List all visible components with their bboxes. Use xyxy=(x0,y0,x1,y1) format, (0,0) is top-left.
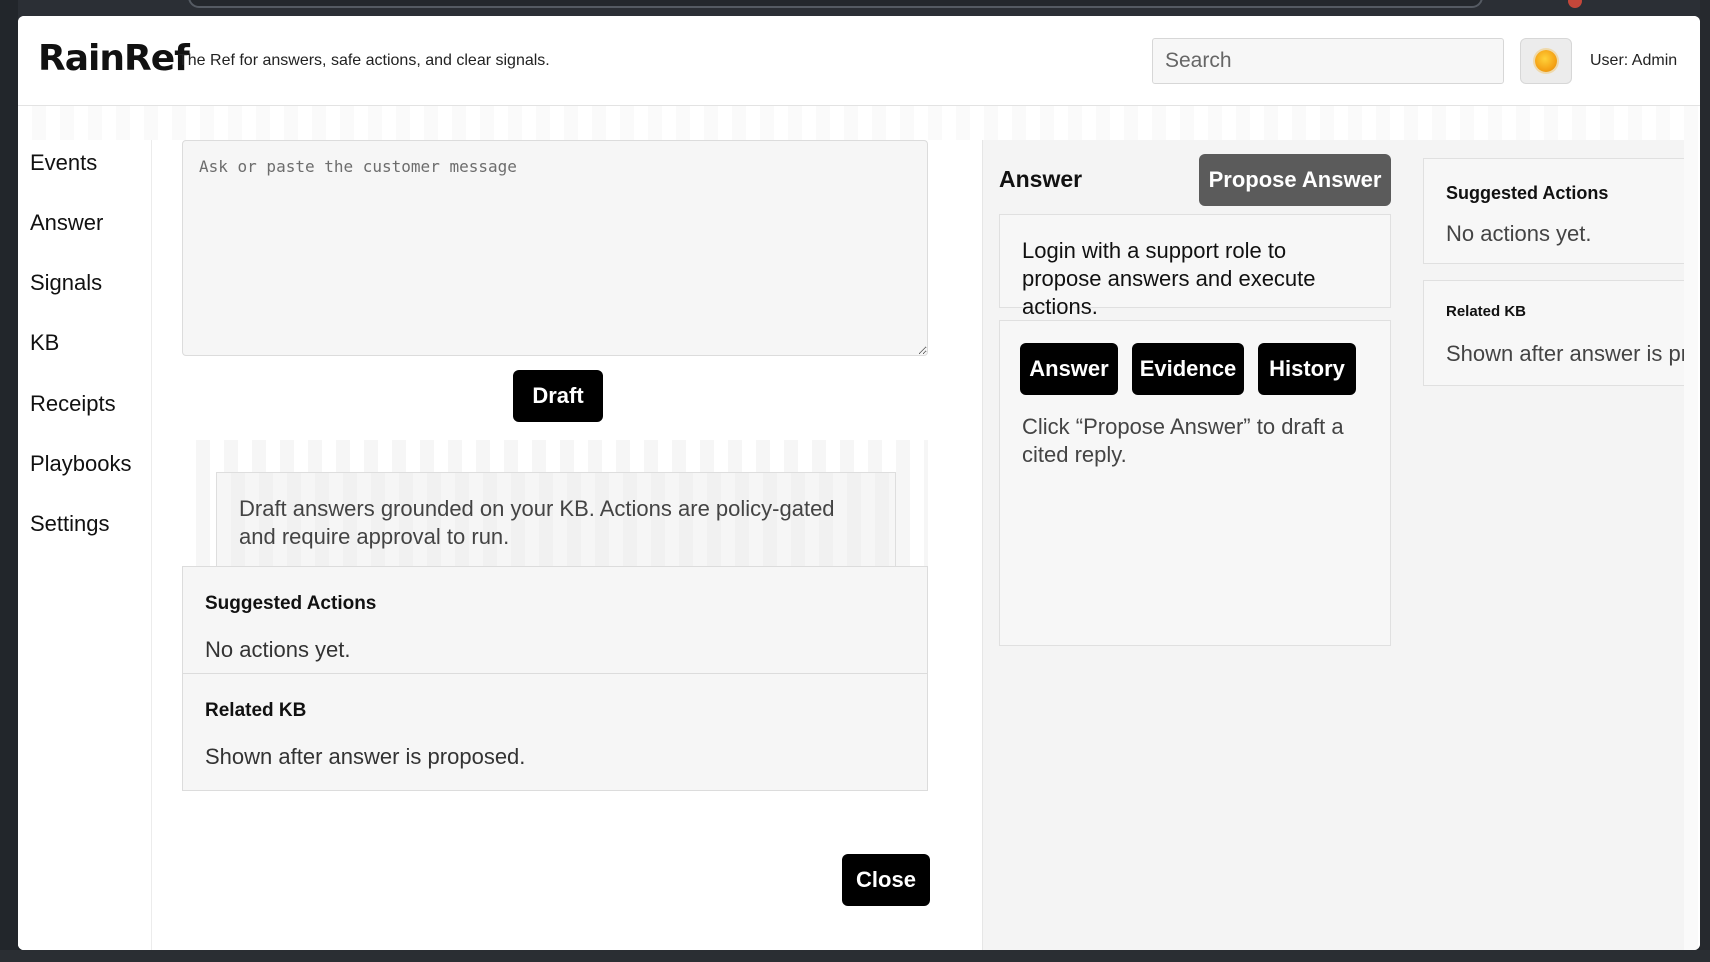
browser-address-bar xyxy=(188,0,1483,8)
sidebar: Events Answer Signals KB Receipts Playbo… xyxy=(18,140,152,950)
close-button[interactable]: Close xyxy=(842,854,930,906)
answer-tabs-box: Answer Evidence History Click “Propose A… xyxy=(999,320,1391,646)
desktop-background-bottom xyxy=(0,950,1710,962)
search-input[interactable] xyxy=(1152,38,1504,84)
customer-message-input[interactable] xyxy=(182,140,928,356)
related-kb-body: Shown after answer is proposed. xyxy=(205,744,526,769)
app-tagline: The Ref for answers, safe actions, and c… xyxy=(178,52,550,69)
tab-answer[interactable]: Answer xyxy=(1020,343,1118,395)
app-header: RainRef The Ref for answers, safe action… xyxy=(18,16,1700,106)
theme-toggle-button[interactable] xyxy=(1520,38,1572,84)
sidebar-item-receipts[interactable]: Receipts xyxy=(30,391,116,417)
sidebar-item-signals[interactable]: Signals xyxy=(30,270,102,296)
related-kb-title: Related KB xyxy=(205,700,307,721)
tab-history[interactable]: History xyxy=(1258,343,1356,395)
desktop-background-left xyxy=(0,0,18,962)
desktop-background-right xyxy=(1700,0,1710,962)
user-label: User: Admin xyxy=(1590,52,1678,69)
suggested-actions-title: Suggested Actions xyxy=(205,593,377,614)
app-logo[interactable]: RainRef xyxy=(38,38,190,79)
side-related-kb-card: Related KB Shown after answer is propose… xyxy=(1423,280,1684,386)
info-note: Draft answers grounded on your KB. Actio… xyxy=(216,472,896,572)
propose-answer-button[interactable]: Propose Answer xyxy=(1199,154,1391,206)
side-related-kb-title: Related KB xyxy=(1446,303,1527,320)
sidebar-item-playbooks[interactable]: Playbooks xyxy=(30,451,132,477)
sun-icon xyxy=(1535,50,1557,72)
suggested-actions-card: Suggested Actions No actions yet. xyxy=(182,566,928,684)
login-notice: Login with a support role to propose ans… xyxy=(999,214,1391,319)
answer-heading: Answer xyxy=(999,166,1083,192)
suggested-actions-body: No actions yet. xyxy=(205,637,351,662)
compose-column: Draft Draft answers grounded on your KB.… xyxy=(152,140,982,950)
answer-panel: Answer Propose Answer Login with a suppo… xyxy=(982,140,1684,950)
tab-evidence[interactable]: Evidence xyxy=(1132,343,1244,395)
main-area: Events Answer Signals KB Receipts Playbo… xyxy=(18,106,1700,950)
sidebar-item-answer[interactable]: Answer xyxy=(30,210,103,236)
sidebar-item-events[interactable]: Events xyxy=(30,150,97,176)
side-related-kb-body: Shown after answer is proposed. xyxy=(1446,341,1684,366)
side-suggested-actions-body: No actions yet. xyxy=(1446,221,1592,246)
related-kb-card: Related KB Shown after answer is propose… xyxy=(182,673,928,791)
sidebar-item-kb[interactable]: KB xyxy=(30,330,59,356)
sidebar-item-settings[interactable]: Settings xyxy=(30,511,110,537)
draft-button[interactable]: Draft xyxy=(513,370,603,422)
app-window: RainRef The Ref for answers, safe action… xyxy=(18,16,1700,950)
answer-hint: Click “Propose Answer” to draft a cited … xyxy=(1022,414,1344,467)
side-suggested-actions-card: Suggested Actions No actions yet. xyxy=(1423,158,1684,264)
side-suggested-actions-title: Suggested Actions xyxy=(1446,183,1609,203)
